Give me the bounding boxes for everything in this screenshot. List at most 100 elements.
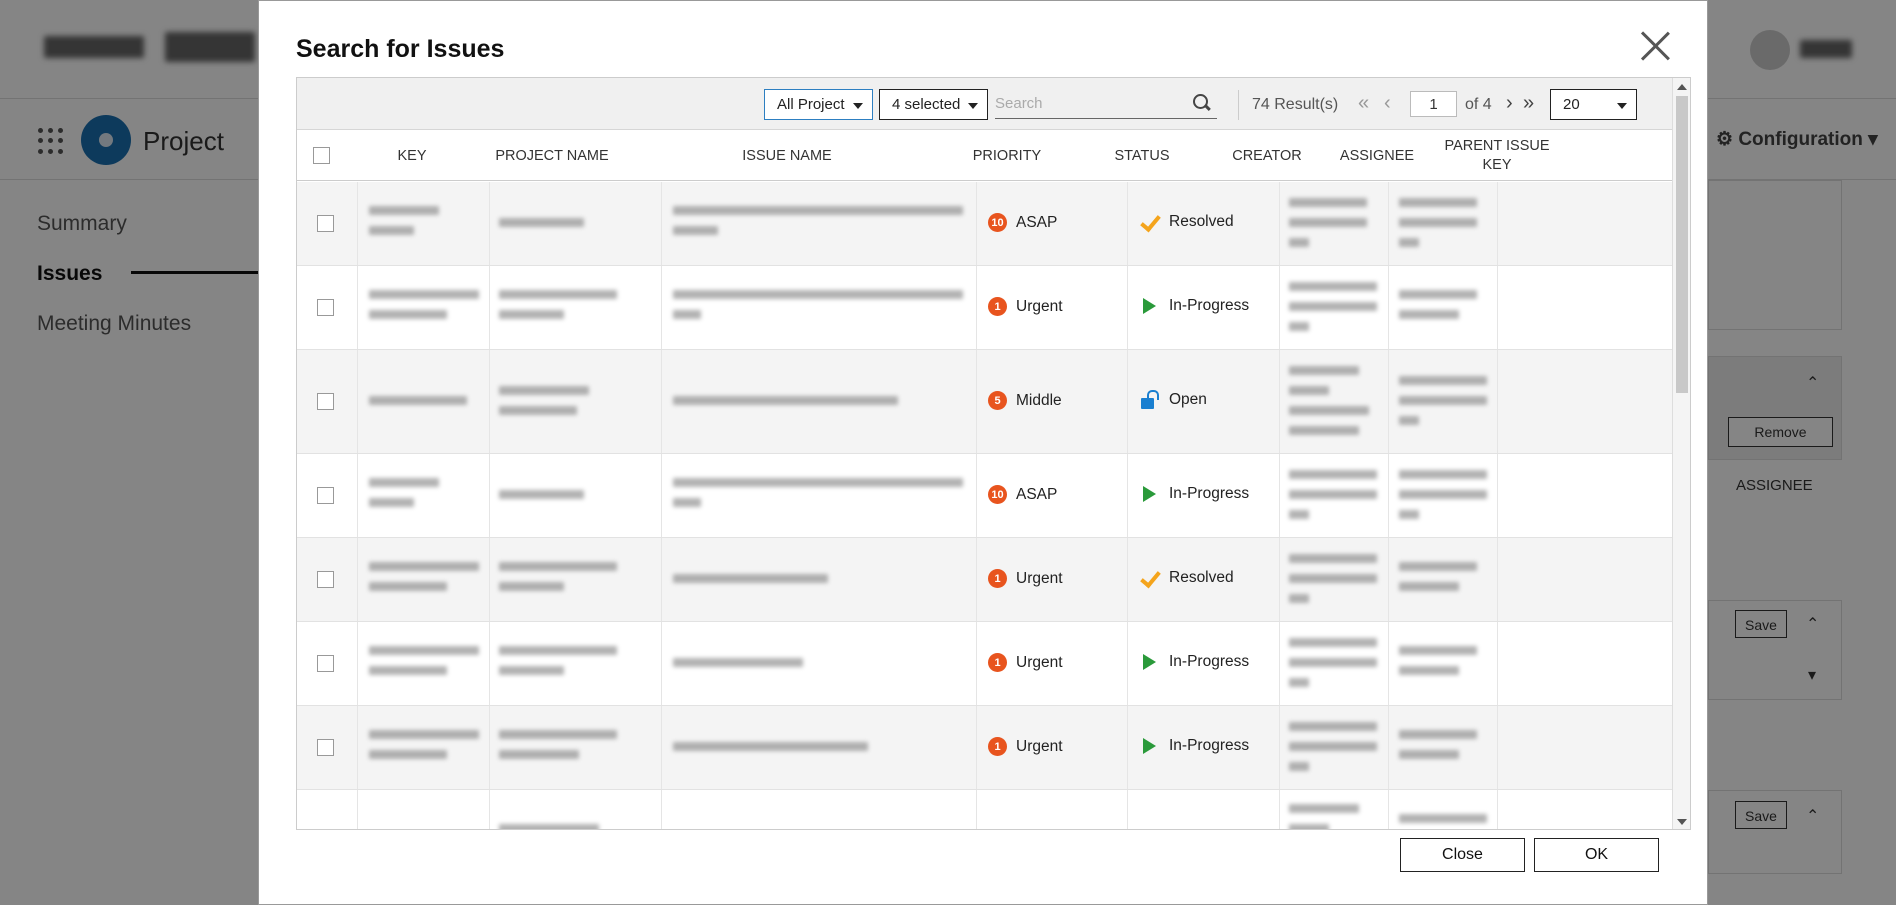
blurred-assignee xyxy=(1399,814,1487,823)
blurred-creator xyxy=(1289,574,1377,583)
blurred-assignee xyxy=(1399,490,1487,499)
col-parent-issue-key[interactable]: PARENT ISSUE KEY xyxy=(1437,131,1557,181)
caret-down-icon xyxy=(853,103,863,109)
page-number-input[interactable] xyxy=(1410,91,1457,117)
unlock-icon xyxy=(1140,390,1159,409)
col-priority[interactable]: PRIORITY xyxy=(947,131,1067,181)
priority-badge: 10 xyxy=(988,485,1007,504)
blurred-creator xyxy=(1289,804,1359,813)
blurred-creator xyxy=(1289,824,1329,829)
blurred-creator xyxy=(1289,406,1369,415)
blurred-creator xyxy=(1289,282,1377,291)
page-size-select[interactable]: 20 xyxy=(1550,89,1637,120)
blurred-project-name xyxy=(499,750,579,759)
table-row[interactable]: 5 Middle Open xyxy=(297,350,1672,454)
blurred-creator xyxy=(1289,302,1377,311)
close-button[interactable]: Close xyxy=(1400,838,1525,872)
search-box xyxy=(995,91,1217,119)
total-pages: of 4 xyxy=(1465,96,1492,113)
blurred-creator xyxy=(1289,218,1367,227)
blurred-project-name xyxy=(499,582,564,591)
scroll-thumb[interactable] xyxy=(1676,96,1688,393)
blurred-assignee xyxy=(1399,416,1419,425)
col-assignee[interactable]: ASSIGNEE xyxy=(1327,131,1427,181)
priority-label: Urgent xyxy=(1016,737,1063,755)
blurred-key xyxy=(369,478,439,487)
status-cell: Open xyxy=(1140,390,1207,409)
blurred-assignee xyxy=(1399,666,1459,675)
blurred-assignee xyxy=(1399,396,1487,405)
blurred-project-name xyxy=(499,646,617,655)
first-page-icon[interactable]: « xyxy=(1358,90,1369,116)
table-row[interactable]: 1 Urgent In-Progress xyxy=(297,706,1672,790)
col-status[interactable]: STATUS xyxy=(1072,131,1212,181)
col-key[interactable]: KEY xyxy=(357,131,467,181)
prev-page-icon[interactable]: ‹ xyxy=(1384,90,1391,116)
table-row[interactable] xyxy=(297,790,1672,829)
close-icon[interactable] xyxy=(1634,25,1676,67)
blurred-project-name xyxy=(499,290,617,299)
blurred-issue-name xyxy=(673,226,718,235)
row-checkbox[interactable] xyxy=(317,571,334,588)
row-checkbox[interactable] xyxy=(317,215,334,232)
play-icon xyxy=(1140,485,1158,503)
scroll-down-icon[interactable] xyxy=(1677,819,1687,825)
row-checkbox[interactable] xyxy=(317,739,334,756)
dialog-title: Search for Issues xyxy=(296,35,505,63)
play-icon xyxy=(1140,653,1158,671)
next-page-icon[interactable]: › xyxy=(1506,90,1513,116)
blurred-assignee xyxy=(1399,290,1477,299)
blurred-creator xyxy=(1289,510,1309,519)
blurred-key xyxy=(369,646,479,655)
blurred-creator xyxy=(1289,594,1309,603)
row-checkbox[interactable] xyxy=(317,655,334,672)
search-issues-dialog: Search for Issues All Project 4 selected… xyxy=(258,0,1708,905)
check-icon xyxy=(1140,213,1158,231)
col-issue-name[interactable]: ISSUE NAME xyxy=(637,131,937,181)
row-checkbox[interactable] xyxy=(317,299,334,316)
priority-label: Urgent xyxy=(1016,653,1063,671)
blurred-creator xyxy=(1289,638,1377,647)
priority-badge: 1 xyxy=(988,737,1007,756)
blurred-project-name xyxy=(499,310,564,319)
blurred-creator xyxy=(1289,678,1309,687)
row-checkbox[interactable] xyxy=(317,393,334,410)
scroll-up-icon[interactable] xyxy=(1677,84,1687,90)
col-creator[interactable]: CREATOR xyxy=(1217,131,1317,181)
search-icon[interactable] xyxy=(1193,94,1211,112)
select-all-checkbox[interactable] xyxy=(313,147,330,164)
status-label: In-Progress xyxy=(1169,653,1250,670)
priority-label: ASAP xyxy=(1016,213,1058,231)
last-page-icon[interactable]: » xyxy=(1523,90,1534,116)
blurred-creator xyxy=(1289,762,1309,771)
status-label: Open xyxy=(1169,391,1207,408)
table-row[interactable]: 1 Urgent In-Progress xyxy=(297,266,1672,350)
vertical-scrollbar[interactable] xyxy=(1672,78,1690,829)
priority-cell: 1 Urgent xyxy=(988,569,1063,588)
status-cell: Resolved xyxy=(1140,569,1234,587)
col-project-name[interactable]: PROJECT NAME xyxy=(472,131,632,181)
blurred-issue-name xyxy=(673,658,803,667)
table-row[interactable]: 1 Urgent Resolved xyxy=(297,538,1672,622)
issues-table: All Project 4 selected 74 Result(s) « ‹ … xyxy=(296,77,1691,830)
blurred-project-name xyxy=(499,490,584,499)
ok-button[interactable]: OK xyxy=(1534,838,1659,872)
table-row[interactable]: 10 ASAP Resolved xyxy=(297,182,1672,266)
blurred-creator xyxy=(1289,554,1377,563)
status-filter-select[interactable]: 4 selected xyxy=(879,89,988,120)
blurred-creator xyxy=(1289,322,1309,331)
table-header: KEY PROJECT NAME ISSUE NAME PRIORITY STA… xyxy=(297,131,1672,181)
row-checkbox[interactable] xyxy=(317,487,334,504)
table-row[interactable]: 10 ASAP In-Progress xyxy=(297,454,1672,538)
blurred-issue-name xyxy=(673,478,963,487)
status-label: In-Progress xyxy=(1169,737,1250,754)
play-icon xyxy=(1140,297,1158,315)
blurred-assignee xyxy=(1399,582,1459,591)
table-row[interactable]: 1 Urgent In-Progress xyxy=(297,622,1672,706)
project-filter-select[interactable]: All Project xyxy=(764,89,873,120)
status-cell: Resolved xyxy=(1140,213,1234,231)
blurred-key xyxy=(369,290,479,299)
search-input[interactable] xyxy=(995,91,1185,115)
blurred-creator xyxy=(1289,490,1377,499)
blurred-key xyxy=(369,730,479,739)
